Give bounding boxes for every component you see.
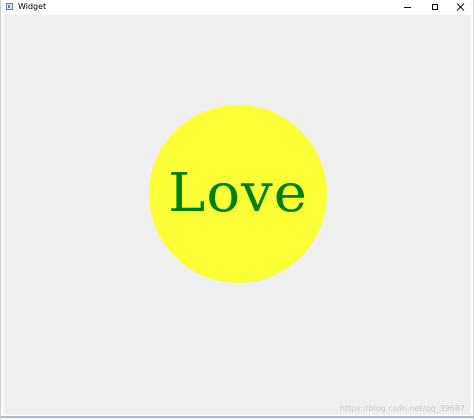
watermark-text: https://blog.csdn.net/qq_39687 [339,404,465,413]
title-bar[interactable]: Widget [1,0,473,14]
minimize-button[interactable] [393,0,421,14]
widget-canvas: Love [4,15,471,415]
minimize-icon [403,7,411,8]
love-text: Love [168,162,308,225]
close-icon [457,3,465,11]
window-title: Widget [18,2,47,11]
close-button[interactable] [447,0,474,14]
yellow-circle: Love [149,105,327,283]
app-window: Widget Love https://blog.csdn.net/qq_396… [0,0,474,420]
window-bottom-border [1,416,474,418]
maximize-icon [432,4,438,10]
maximize-button[interactable] [421,0,449,14]
app-icon [6,3,13,10]
